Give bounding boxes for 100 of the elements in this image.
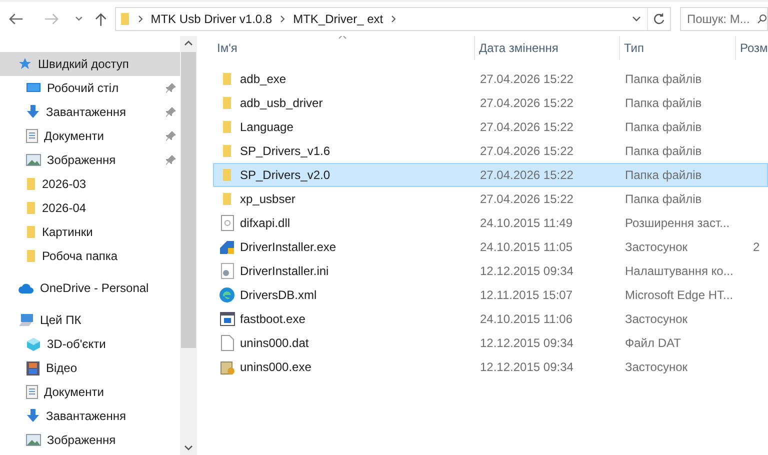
file-row[interactable]: SP_Drivers_v2.0 27.04.2026 15:22 Папка файлів (213, 163, 768, 187)
refresh-icon[interactable] (653, 13, 665, 25)
search-icon[interactable] (757, 14, 767, 24)
type-cell-text: Застосунок (624, 311, 689, 328)
date-cell-text: 24.10.2015 11:05 (479, 239, 574, 256)
search-field[interactable]: Пошук: М... (680, 7, 768, 31)
file-name: fastboot.exe (240, 311, 306, 328)
nav-item[interactable]: Документи (0, 124, 180, 148)
file-name: unins000.dat (240, 335, 309, 352)
date-cell-text: 27.04.2026 15:22 (479, 143, 574, 160)
scroll-down-icon[interactable] (184, 445, 193, 451)
file-name: SP_Drivers_v2.0 (240, 167, 330, 184)
cube-icon (26, 336, 41, 352)
date-cell-text: 24.10.2015 11:49 (479, 215, 574, 232)
file-row[interactable]: adb_usb_driver 27.04.2026 15:22 Папка файлів (213, 91, 768, 115)
nav-item[interactable]: Картинки (0, 220, 180, 244)
size-cell-text: 2 (752, 239, 760, 256)
nav-item[interactable]: Швидкий доступ (0, 52, 180, 76)
date-cell-text: 27.04.2026 15:22 (479, 119, 574, 136)
type-cell-text: Застосунок (624, 239, 689, 256)
window-app-icon (220, 312, 234, 326)
nav-item[interactable]: Відео (0, 356, 180, 380)
file-name: DriverInstaller.exe (240, 239, 336, 256)
edge-browser-icon (219, 287, 235, 303)
back-icon[interactable] (8, 13, 24, 25)
file-row[interactable]: DriversDB.xml 12.11.2015 15:07 Microsoft Edge HT... (213, 283, 768, 307)
file-row[interactable]: SP_Drivers_v1.6 27.04.2026 15:22 Папка файлів (213, 139, 768, 163)
file-row[interactable]: adb_exe 27.04.2026 15:22 Папка файлів (213, 67, 768, 91)
nav-item[interactable]: 2026-03 (0, 172, 180, 196)
file-name: DriversDB.xml (240, 287, 317, 304)
type-cell-text: Microsoft Edge HT... (624, 287, 734, 304)
folder-icon (120, 12, 130, 26)
pin-icon[interactable] (166, 83, 176, 93)
chevron-down-icon[interactable] (75, 16, 84, 22)
pin-icon[interactable] (166, 107, 176, 117)
date-cell-text: 27.04.2026 15:22 (479, 95, 574, 112)
blank-file-icon (220, 335, 234, 351)
column-header[interactable]: Тип (620, 36, 736, 60)
date-cell-text: 12.12.2015 09:34 (479, 335, 574, 352)
file-name: adb_exe (240, 71, 286, 88)
nav-label: Документи (44, 384, 104, 401)
nav-item[interactable]: Документи (0, 380, 180, 404)
nav-item[interactable]: Робоча папка (0, 244, 180, 268)
breadcrumb[interactable]: MTK Usb Driver v1.0.8 (150, 10, 272, 28)
file-row[interactable]: difxapi.dll 24.10.2015 11:49 Розширення заст... (213, 211, 768, 235)
settings-file-icon (220, 263, 234, 279)
pin-icon[interactable] (166, 131, 176, 141)
breadcrumb[interactable]: MTK_Driver_ ext (293, 10, 384, 28)
type-cell-text: Папка файлів (624, 191, 703, 208)
nav-item[interactable]: Зображення (0, 148, 180, 172)
star-icon (18, 57, 32, 71)
chevron-right-icon (391, 15, 396, 23)
nav-item[interactable]: Завантаження (0, 404, 180, 428)
download-arrow-icon (26, 409, 40, 423)
image-icon (26, 154, 41, 166)
address-bar[interactable]: MTK Usb Driver v1.0.8 MTK_Driver_ ext (114, 7, 671, 31)
up-arrow-icon[interactable] (95, 12, 107, 26)
folder-icon (222, 72, 232, 86)
file-row[interactable]: xp_usbser 27.04.2026 15:22 Папка файлів (213, 187, 768, 211)
nav-item[interactable]: 2026-04 (0, 196, 180, 220)
file-row[interactable]: unins000.exe 12.12.2015 09:34 Застосунок (213, 355, 768, 379)
nav-label: Зображення (47, 152, 116, 169)
column-header[interactable]: Ім'я (213, 36, 475, 60)
file-row[interactable]: fastboot.exe 24.10.2015 11:06 Застосунок (213, 307, 768, 331)
nav-item[interactable]: Зображення (0, 428, 180, 452)
cloud-icon (18, 282, 34, 294)
folder-icon (26, 225, 36, 239)
scrollbar[interactable] (180, 36, 197, 455)
document-icon (26, 385, 38, 399)
nav-label: 2026-04 (42, 200, 86, 217)
chevron-down-icon[interactable] (632, 16, 641, 22)
folder-icon (26, 249, 36, 263)
nav-label: Робоча папка (42, 248, 118, 265)
nav-item[interactable]: Завантаження (0, 100, 180, 124)
pin-icon[interactable] (166, 155, 176, 165)
file-row[interactable]: DriverInstaller.exe 24.10.2015 11:05 Застосунок 2 (213, 235, 768, 259)
nav-item[interactable]: 3D-об'єкти (0, 332, 180, 356)
file-name: adb_usb_driver (240, 95, 323, 112)
scroll-up-icon[interactable] (184, 40, 193, 46)
nav-item[interactable]: Робочий стіл (0, 76, 180, 100)
folder-icon (222, 96, 232, 110)
type-cell-text: Папка файлів (624, 167, 703, 184)
type-cell-text: Застосунок (624, 359, 689, 376)
file-row[interactable]: Language 27.04.2026 15:22 Папка файлів (213, 115, 768, 139)
nav-item[interactable]: Цей ПК (0, 308, 180, 332)
nav-item[interactable]: OneDrive - Personal (0, 276, 180, 300)
folder-icon (222, 144, 232, 158)
nav-label: Завантаження (46, 104, 126, 121)
box-app-icon (220, 359, 234, 375)
file-row[interactable]: unins000.dat 12.12.2015 09:34 Файл DAT (213, 331, 768, 355)
folder-icon (222, 192, 232, 206)
gear-file-icon (220, 215, 234, 231)
nav-label: Завантаження (46, 408, 126, 425)
column-header[interactable]: Розм (736, 36, 768, 60)
nav-label: Відео (46, 360, 78, 377)
column-header[interactable]: Дата змінення (475, 36, 620, 60)
file-name: unins000.exe (240, 359, 312, 376)
file-row[interactable]: DriverInstaller.ini 12.12.2015 09:34 Налаштування ко... (213, 259, 768, 283)
date-cell-text: 27.04.2026 15:22 (479, 167, 574, 184)
scrollbar-thumb[interactable] (181, 52, 196, 348)
